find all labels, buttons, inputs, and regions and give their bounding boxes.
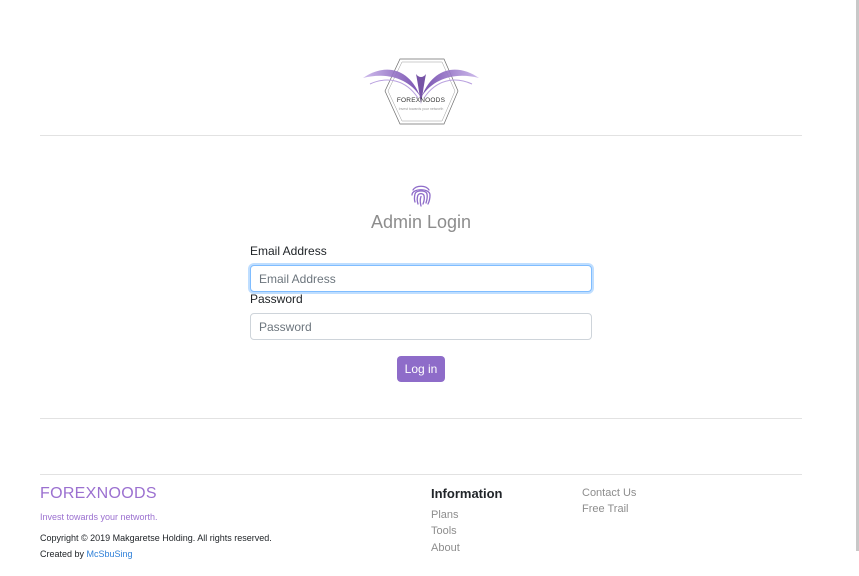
created-by-prefix: Created by (40, 549, 87, 559)
content-divider (40, 418, 802, 419)
copyright-text: Copyright © 2019 Makgaretse Holding. All… (40, 533, 272, 543)
email-label: Email Address (250, 244, 327, 258)
created-by: Created by McSbuSing (40, 549, 133, 559)
site-logo[interactable]: FOREXNOODS Invest towards your networth (358, 56, 484, 128)
plans-link[interactable]: Plans (431, 509, 459, 521)
login-button[interactable]: Log in (397, 356, 445, 382)
password-label: Password (250, 292, 303, 306)
contact-us-link[interactable]: Contact Us (582, 487, 636, 499)
header-divider (40, 135, 802, 136)
tools-link[interactable]: Tools (431, 525, 457, 537)
footer-brand[interactable]: FOREXNOODS (40, 485, 157, 503)
logo-tagline: Invest towards your networth (398, 107, 444, 111)
page-title: Admin Login (370, 212, 472, 232)
footer-divider (40, 474, 802, 475)
information-heading: Information (431, 486, 503, 501)
creator-link[interactable]: McSbuSing (87, 549, 133, 559)
free-trial-link[interactable]: Free Trail (582, 503, 628, 515)
logo-graphic (363, 58, 479, 125)
logo-text: FOREXNOODS (396, 97, 446, 104)
footer-tagline: Invest towards your networth. (40, 512, 158, 522)
password-field[interactable] (250, 313, 592, 340)
about-link[interactable]: About (431, 542, 460, 554)
email-field[interactable] (250, 265, 592, 292)
fingerprint-icon (411, 185, 431, 207)
